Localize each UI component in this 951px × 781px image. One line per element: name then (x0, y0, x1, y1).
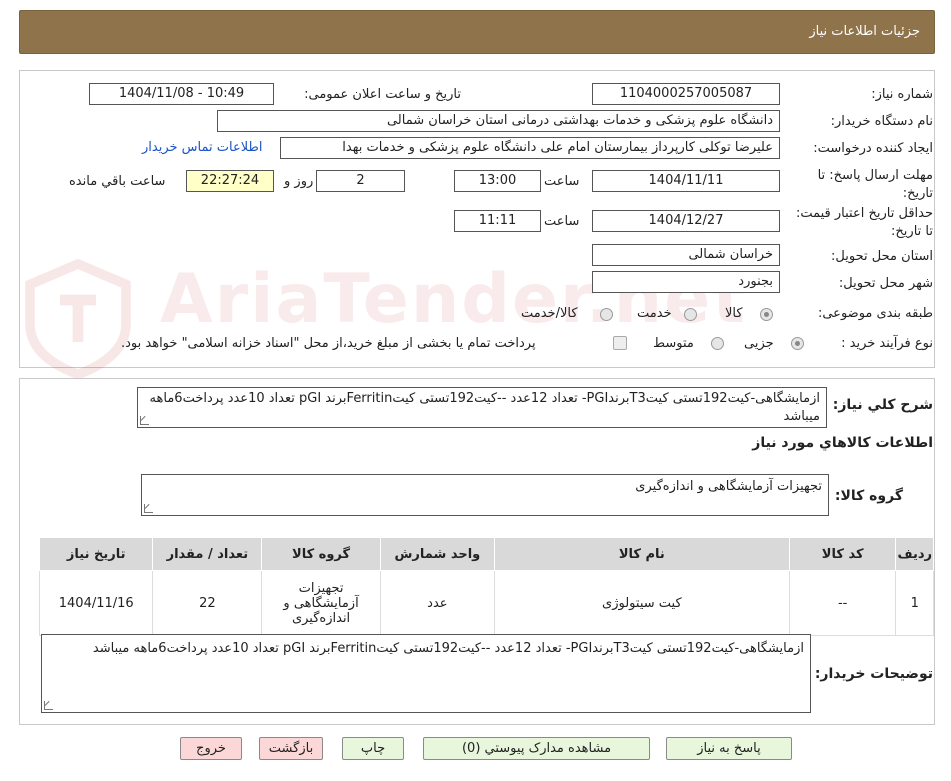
requester-field: علیرضا توکلی کارپرداز بیمارستان امام علی… (280, 137, 780, 159)
treasury-payment-note: پرداخت تمام یا بخشی از مبلغ خرید،از محل … (121, 336, 536, 351)
validity-time-field: 11:11 (454, 210, 541, 232)
buyer-notes-field: ازمایشگاهی-کیت192تستی کیتT3برندPGI- تعدا… (41, 634, 811, 713)
col-unit-header: واحد شمارش (379, 537, 495, 571)
reply-time-field: 13:00 (454, 170, 541, 192)
col-row-header: ردیف (895, 537, 934, 571)
category-both-radio[interactable] (600, 308, 613, 321)
general-description-text: ازمایشگاهی-کیت192تستی کیتT3برندPGI- تعدا… (149, 391, 820, 424)
process-medium-radio[interactable] (711, 337, 724, 350)
category-service-label: خدمت (637, 306, 672, 321)
exit-button[interactable]: خروج (180, 737, 242, 760)
validity-date-field: 1404/12/27 (592, 210, 780, 232)
resize-grip-icon[interactable] (144, 504, 153, 513)
delivery-city-label: شهر محل تحویل: (838, 276, 933, 291)
category-goods-label: کالا (725, 306, 743, 321)
reply-to-need-button[interactable]: پاسخ به نیاز (666, 737, 792, 760)
countdown-field: 22:27:24 (186, 170, 274, 192)
page-title: جزئیات اطلاعات نیاز (809, 24, 920, 39)
process-minor-label: جزیی (744, 336, 774, 351)
cell-date: 1404/11/16 (38, 570, 154, 636)
price-validity-label: حداقل تاریخ اعتبار قیمت: تا تاریخ: (795, 206, 933, 239)
reply-deadline-label: مهلت ارسال پاسخ: تا تاریخ: (817, 168, 933, 201)
goods-table: ردیف کد کالا نام کالا واحد شمارش گروه کا… (38, 537, 934, 636)
resize-grip-icon[interactable] (44, 701, 53, 710)
col-date-header: تاریخ نیاز (38, 537, 154, 571)
purchase-process-label: نوع فرآیند خرید : (841, 336, 933, 351)
cell-code: -- (788, 570, 897, 636)
goods-group-field: تجهیزات آزمایشگاهی و اندازه‌گیری (141, 474, 829, 516)
cell-row: 1 (895, 570, 934, 636)
delivery-province-label: استان محل تحویل: (831, 249, 933, 264)
days-label: روز و (284, 174, 314, 189)
table-row: 1 -- کیت سیتولوژی عدد تجهیزات آزمایشگاهی… (38, 570, 934, 636)
print-button[interactable]: چاپ (342, 737, 404, 760)
col-code-header: کد کالا (788, 537, 897, 571)
col-group-header: گروه کالا (261, 537, 381, 571)
resize-grip-icon[interactable] (140, 416, 149, 425)
table-header-row: ردیف کد کالا نام کالا واحد شمارش گروه کا… (38, 537, 934, 571)
reply-date-field: 1404/11/11 (592, 170, 780, 192)
back-button[interactable]: بازگشت (259, 737, 323, 760)
city-field: بجنورد (592, 271, 780, 293)
goods-info-heading: اطلاعات کالاهاي مورد نياز (752, 435, 933, 451)
general-description-label: شرح کلي نياز: (832, 397, 933, 413)
category-both-label: کالا/خدمت (521, 306, 578, 321)
cell-group: تجهیزات آزمایشگاهی و اندازه‌گیری (261, 570, 381, 636)
cell-unit: عدد (379, 570, 495, 636)
requester-label: ایجاد کننده درخواست: (813, 141, 933, 156)
announce-datetime-field: 1404/11/08 - 10:49 (89, 83, 274, 105)
process-medium-label: متوسط (653, 336, 694, 351)
hours-remaining-label: ساعت باقي مانده (69, 174, 166, 189)
buyer-org-label: نام دستگاه خریدار: (830, 114, 933, 129)
contact-buyer-link[interactable]: اطلاعات تماس خریدار (142, 140, 262, 155)
category-service-radio[interactable] (684, 308, 697, 321)
need-number-label: شماره نیاز: (871, 87, 933, 102)
buyer-org-field: دانشگاه علوم پزشکی و خدمات بهداشتی درمان… (217, 110, 780, 132)
view-attachments-button[interactable]: مشاهده مدارک پیوستي (0) (423, 737, 650, 760)
col-qty-header: تعداد / مقدار (152, 537, 263, 571)
validity-time-label: ساعت (544, 214, 580, 229)
reply-time-label: ساعت (544, 174, 580, 189)
province-field: خراسان شمالی (592, 244, 780, 266)
category-label: طبقه بندی موضوعی: (817, 306, 933, 321)
process-minor-radio[interactable] (791, 337, 804, 350)
treasury-payment-checkbox[interactable] (613, 336, 627, 350)
buyer-notes-text: ازمایشگاهی-کیت192تستی کیتT3برندPGI- تعدا… (92, 641, 804, 656)
goods-group-label: گروه کالا: (834, 488, 903, 504)
goods-group-text: تجهیزات آزمایشگاهی و اندازه‌گیری (635, 479, 822, 494)
days-field: 2 (316, 170, 405, 192)
cell-name: کیت سیتولوژی (493, 570, 790, 636)
general-description-field: ازمایشگاهی-کیت192تستی کیتT3برندPGI- تعدا… (137, 387, 827, 428)
cell-qty: 22 (152, 570, 263, 636)
need-number-field: 1104000257005087 (592, 83, 780, 105)
category-goods-radio[interactable] (760, 308, 773, 321)
page-header: جزئیات اطلاعات نیاز (19, 10, 935, 54)
col-name-header: نام کالا (493, 537, 790, 571)
buyer-notes-label: توضیحات خریدار: (814, 666, 933, 682)
announce-datetime-label: تاریخ و ساعت اعلان عمومی: (304, 87, 461, 102)
